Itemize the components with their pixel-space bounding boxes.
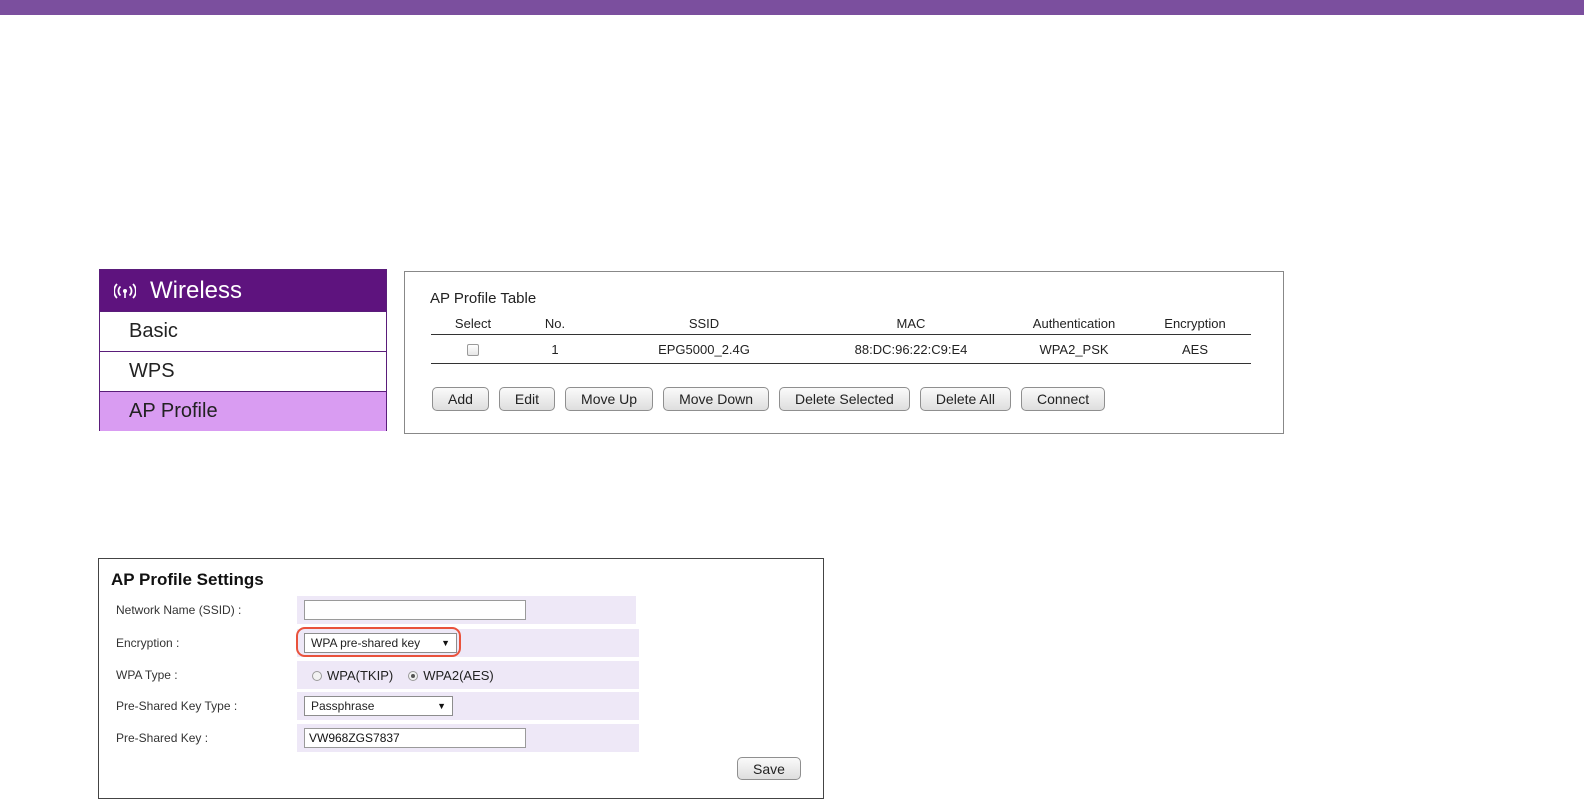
wpa2-aes-radio[interactable]: [408, 670, 419, 681]
psk-type-row: Pre-Shared Key Type : Passphrase ▼: [99, 692, 823, 720]
wpa-tkip-label: WPA(TKIP): [327, 668, 394, 683]
psk-type-selected-value: Passphrase: [311, 699, 375, 713]
table-row: 1 EPG5000_2.4G 88:DC:96:22:C9:E4 WPA2_PS…: [431, 334, 1251, 364]
ap-profile-table: Select No. SSID MAC Authentication Encry…: [431, 312, 1251, 364]
psk-input[interactable]: [304, 728, 526, 748]
table-header-row: Select No. SSID MAC Authentication Encry…: [431, 312, 1251, 335]
psk-type-select[interactable]: Passphrase ▼: [304, 696, 453, 716]
sidebar-item-wps[interactable]: WPS: [100, 351, 386, 391]
move-up-button[interactable]: Move Up: [565, 387, 654, 411]
encryption-cell: AES: [1139, 334, 1251, 364]
ap-profile-settings-panel: AP Profile Settings Network Name (SSID) …: [98, 558, 824, 799]
column-header-encryption: Encryption: [1139, 312, 1251, 335]
ssid-input[interactable]: [304, 600, 526, 620]
table-title: AP Profile Table: [430, 290, 537, 307]
delete-all-button[interactable]: Delete All: [919, 387, 1011, 411]
wpa2-aes-label: WPA2(AES): [423, 668, 494, 683]
top-header-bar: [0, 0, 1584, 15]
add-button[interactable]: Add: [432, 387, 489, 411]
settings-title: AP Profile Settings: [111, 570, 264, 589]
column-header-select: Select: [431, 312, 515, 335]
wireless-sidebar: Wireless Basic WPS AP Profile: [99, 269, 387, 431]
psk-label: Pre-Shared Key :: [116, 731, 209, 745]
column-header-no: No.: [515, 312, 595, 335]
sidebar-header: Wireless: [100, 270, 386, 311]
select-cell: [431, 334, 515, 364]
column-header-ssid: SSID: [595, 312, 813, 335]
column-header-mac: MAC: [813, 312, 1009, 335]
column-header-authentication: Authentication: [1009, 312, 1139, 335]
psk-type-label: Pre-Shared Key Type :: [116, 699, 238, 713]
sidebar-item-basic[interactable]: Basic: [100, 311, 386, 351]
ssid-row: Network Name (SSID) :: [99, 596, 823, 624]
encryption-row: Encryption : WPA pre-shared key ▼: [99, 627, 823, 657]
connect-button[interactable]: Connect: [1021, 387, 1106, 411]
dropdown-arrow-icon: ▼: [437, 701, 446, 711]
delete-selected-button[interactable]: Delete Selected: [779, 387, 910, 411]
authentication-cell: WPA2_PSK: [1009, 334, 1139, 364]
move-down-button[interactable]: Move Down: [663, 387, 769, 411]
wpa-tkip-radio[interactable]: [312, 670, 322, 681]
psk-row: Pre-Shared Key :: [99, 724, 823, 752]
sidebar-title: Wireless: [150, 276, 243, 304]
wpa-type-row: WPA Type : WPA(TKIP) WPA2(AES): [99, 661, 823, 689]
mac-cell: 88:DC:96:22:C9:E4: [813, 334, 1009, 364]
ap-profile-table-panel: AP Profile Table Select No. SSID MAC Aut…: [404, 271, 1284, 434]
encryption-select[interactable]: WPA pre-shared key ▼: [304, 633, 457, 653]
ssid-label: Network Name (SSID) :: [116, 603, 242, 617]
wireless-icon: [114, 282, 136, 299]
encryption-selected-value: WPA pre-shared key: [311, 636, 421, 650]
ssid-cell: EPG5000_2.4G: [595, 334, 813, 364]
edit-button[interactable]: Edit: [498, 387, 556, 411]
table-button-row: Add Edit Move Up Move Down Delete Select…: [432, 387, 1106, 411]
encryption-label: Encryption :: [116, 636, 180, 650]
dropdown-arrow-icon: ▼: [441, 638, 450, 648]
save-button[interactable]: Save: [737, 757, 801, 780]
wpa-type-label: WPA Type :: [116, 668, 178, 682]
wpa-type-radio-group: WPA(TKIP) WPA2(AES): [312, 668, 509, 683]
no-cell: 1: [515, 334, 595, 364]
sidebar-item-ap-profile[interactable]: AP Profile: [100, 391, 386, 431]
row-select-checkbox[interactable]: [467, 344, 479, 357]
